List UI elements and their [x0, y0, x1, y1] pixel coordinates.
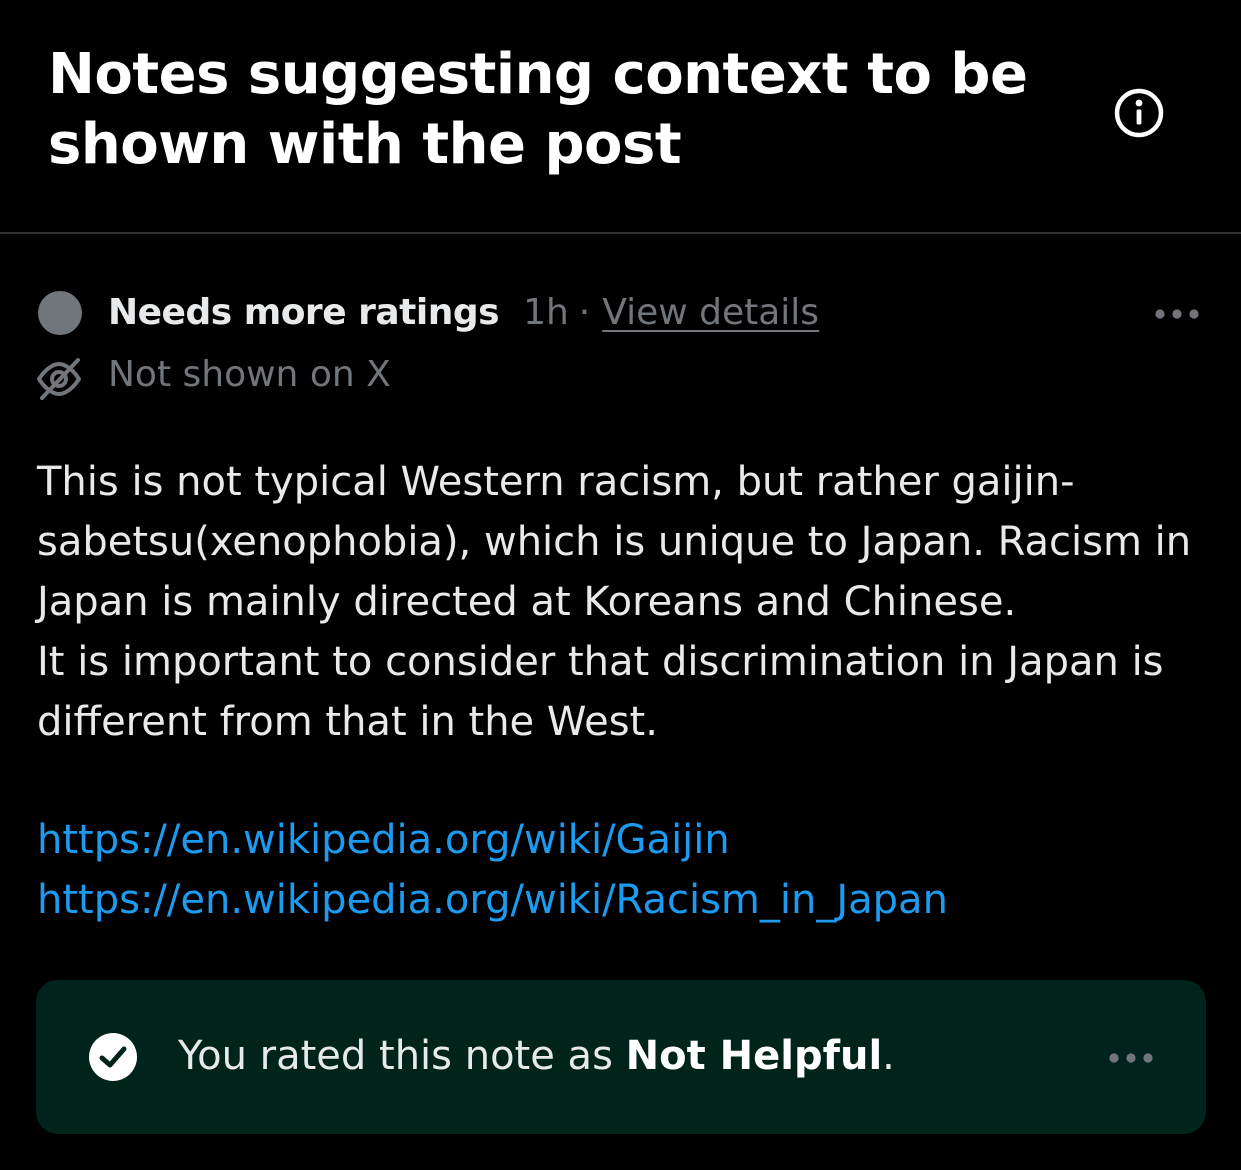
page-header: Notes suggesting context to be shown wit…: [0, 0, 1241, 232]
check-circle-icon: [89, 1033, 137, 1081]
note-status-row: Needs more ratings 1h · View details: [108, 286, 819, 338]
more-horizontal-icon: [1109, 1053, 1153, 1063]
note-sources: https://en.wikipedia.org/wiki/Gaijin htt…: [37, 810, 1217, 930]
rating-value: Not Helpful: [625, 1033, 883, 1079]
more-horizontal-icon: [1155, 309, 1199, 319]
note-paragraph: It is important to consider that discrim…: [37, 639, 1164, 745]
header-divider: [0, 232, 1241, 234]
rating-suffix: .: [882, 1033, 895, 1079]
page-title: Notes suggesting context to be shown wit…: [48, 42, 1028, 177]
rating-message: You rated this note as Not Helpful.: [178, 1028, 895, 1084]
note-body: This is not typical Western racism, but …: [37, 452, 1217, 752]
rating-prefix: You rated this note as: [178, 1033, 626, 1079]
note-more-button[interactable]: [1148, 294, 1208, 334]
visibility-status: Not shown on X: [108, 354, 391, 395]
rating-more-button[interactable]: [1102, 1038, 1162, 1078]
note-timestamp: 1h: [523, 291, 569, 333]
note-paragraph: This is not typical Western racism, but …: [37, 459, 1192, 625]
source-link-racism-in-japan[interactable]: https://en.wikipedia.org/wiki/Racism_in_…: [37, 870, 1217, 930]
status-indicator-dot: [38, 291, 82, 335]
source-link-gaijin[interactable]: https://en.wikipedia.org/wiki/Gaijin: [37, 810, 1217, 870]
view-details-link[interactable]: View details: [602, 292, 819, 333]
info-circle-icon: [1114, 88, 1164, 138]
user-rating-card: You rated this note as Not Helpful.: [36, 980, 1206, 1134]
info-button[interactable]: [1112, 86, 1166, 140]
meta-separator: ·: [578, 291, 591, 333]
eye-off-icon: [37, 358, 81, 400]
note-status-label: Needs more ratings: [108, 291, 500, 333]
